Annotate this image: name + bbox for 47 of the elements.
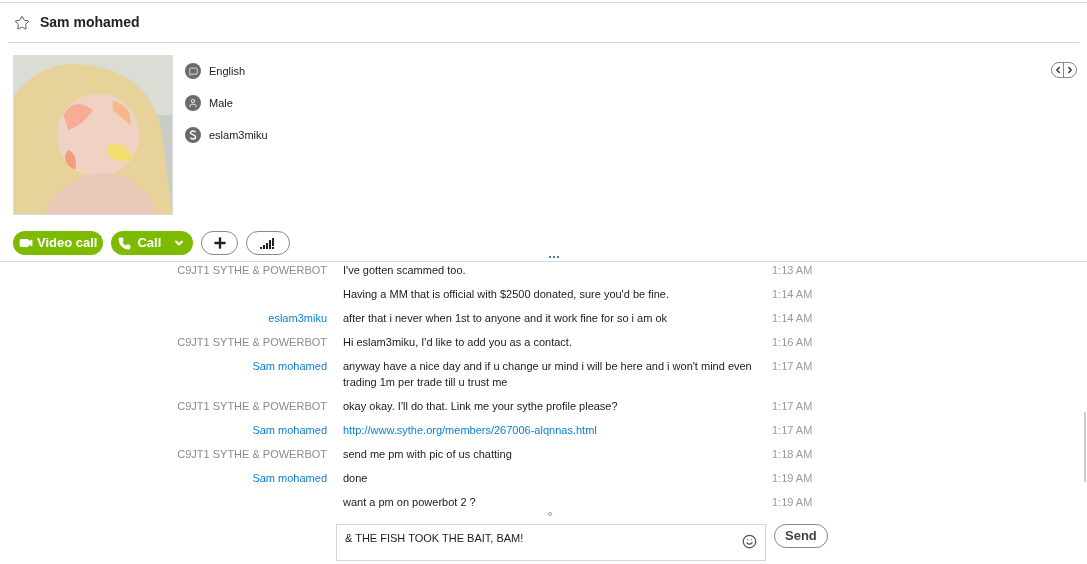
- message-time: 1:17 AM: [772, 400, 813, 412]
- sender-name: C9JT1 SYTHE & POWERBOT: [177, 448, 327, 460]
- favorite-star-icon[interactable]: [14, 14, 30, 31]
- sender-name: eslam3miku: [268, 312, 327, 324]
- message-text: Hi eslam3miku, I'd like to add you as a contact.: [343, 336, 572, 348]
- message-text: okay okay. I'll do that. Link me your sythe profile please?: [343, 400, 618, 412]
- message-time: 1:16 AM: [772, 336, 813, 348]
- sender-name: C9JT1 SYTHE & POWERBOT: [177, 264, 327, 276]
- message-time: 1:19 AM: [772, 496, 813, 508]
- message-time: 1:19 AM: [772, 472, 813, 484]
- message-input[interactable]: & THE FISH TOOK THE BAIT, BAM!: [336, 524, 766, 561]
- sender-name: Sam mohamed: [252, 424, 327, 436]
- message-time: 1:17 AM: [772, 424, 813, 436]
- message-text: want a pm on powerbot 2 ?: [343, 496, 476, 508]
- message-text: Having a MM that is official with $2500 donated, sure you'd be fine.: [343, 288, 669, 300]
- message-text: I've gotten scammed too.: [343, 264, 466, 276]
- chevron-right-icon: [1065, 65, 1075, 75]
- speech-bubble-icon: [185, 63, 201, 79]
- message-text: done: [343, 472, 368, 484]
- emoji-icon[interactable]: [742, 534, 757, 549]
- message-text: send me pm with pic of us chatting: [343, 448, 512, 460]
- message-time: 1:18 AM: [772, 448, 813, 460]
- video-camera-icon: [19, 236, 33, 250]
- video-call-button[interactable]: Video call: [13, 231, 104, 255]
- message-time: 1:14 AM: [772, 288, 813, 300]
- sender-name: Sam mohamed: [252, 472, 327, 484]
- contact-name: Sam mohamed: [40, 13, 140, 32]
- person-icon: [185, 95, 201, 111]
- sender-name: C9JT1 SYTHE & POWERBOT: [177, 400, 327, 412]
- message-time: 1:17 AM: [772, 360, 813, 372]
- s-logo-icon: [185, 127, 201, 143]
- scrollbar[interactable]: [1084, 412, 1086, 482]
- profile-detail: English: [209, 63, 246, 79]
- plus-icon: [211, 235, 228, 251]
- phone-icon: [118, 236, 132, 250]
- message-time: 1:13 AM: [772, 264, 813, 276]
- sender-name: Sam mohamed: [252, 360, 327, 372]
- resize-handle-icon[interactable]: [549, 256, 559, 258]
- signal-bars-icon: [260, 237, 277, 249]
- profile-detail: Male: [209, 95, 233, 111]
- profile-detail: eslam3miku: [209, 127, 268, 143]
- message-link[interactable]: http://www.sythe.org/members/267006-alqnnas.html: [343, 424, 597, 436]
- message-time: 1:14 AM: [772, 312, 813, 324]
- message-text: anyway have a nice day and if u change ur mind i will be here and i won't mind even trading 1m per trade till u trust me: [343, 360, 752, 388]
- call-button[interactable]: Call: [111, 231, 170, 255]
- message-text: after that i never when 1st to anyone and it work fine for so i am ok: [343, 312, 668, 324]
- sender-name: C9JT1 SYTHE & POWERBOT: [177, 336, 327, 348]
